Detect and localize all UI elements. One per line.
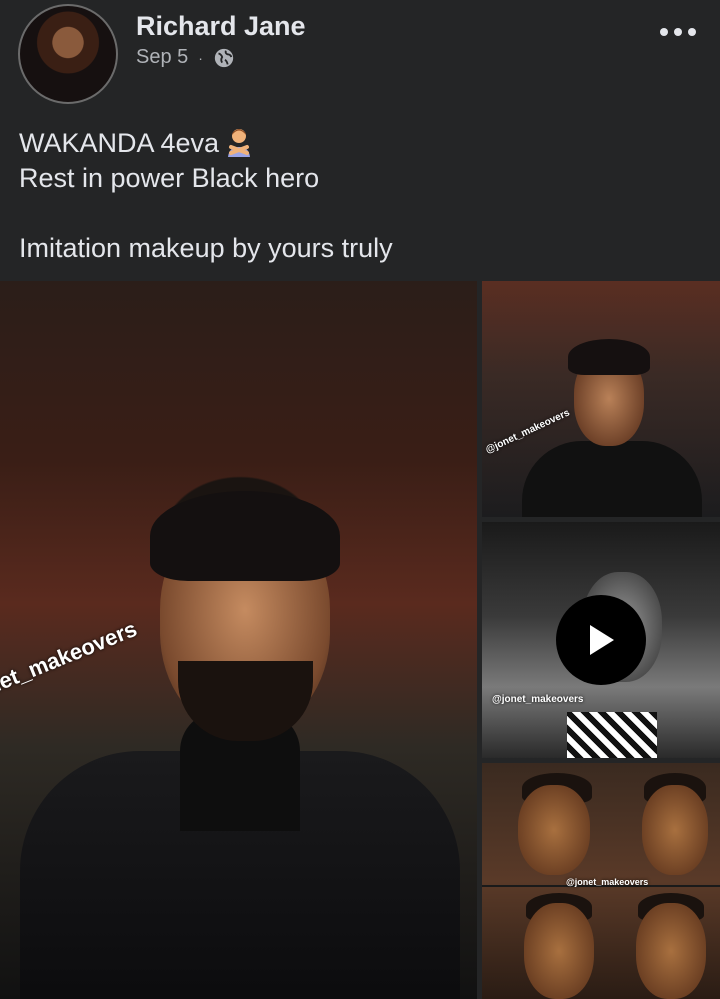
author-avatar[interactable] bbox=[18, 4, 118, 104]
globe-icon[interactable] bbox=[213, 47, 235, 69]
post-meta: Sep 5 · bbox=[136, 46, 235, 69]
thumb3-face-d bbox=[636, 903, 706, 999]
dot-2 bbox=[674, 28, 682, 36]
thumbnail-video[interactable]: @jonet_makeovers bbox=[482, 522, 720, 758]
more-options-icon[interactable] bbox=[660, 20, 696, 44]
thumbnail-photo-3[interactable]: @jonet_makeovers bbox=[482, 763, 720, 999]
meta-separator: · bbox=[198, 49, 203, 66]
photo-gallery: onet_makeovers @jonet_makeovers @jonet_m… bbox=[0, 281, 720, 999]
play-button[interactable] bbox=[556, 595, 646, 685]
thumb1-body bbox=[522, 441, 702, 517]
thumb3-face-b bbox=[642, 785, 708, 875]
person-crossing-arms-emoji bbox=[228, 129, 251, 157]
post-line-1: WAKANDA 4eva bbox=[19, 126, 699, 161]
author-name[interactable]: Richard Jane bbox=[136, 11, 306, 42]
watermark-main: onet_makeovers bbox=[0, 615, 141, 705]
post-line-2: Rest in power Black hero bbox=[19, 163, 320, 193]
post-text: WAKANDA 4eva Rest in power Black hero Im… bbox=[19, 126, 699, 266]
thumb2-patterned-top bbox=[567, 712, 657, 758]
watermark-thumb-2: @jonet_makeovers bbox=[492, 694, 584, 705]
watermark-thumb-3: @jonet_makeovers bbox=[566, 877, 649, 887]
dot-1 bbox=[660, 28, 668, 36]
play-icon bbox=[590, 625, 614, 655]
thumb3-face-c bbox=[524, 903, 594, 999]
dot-3 bbox=[688, 28, 696, 36]
main-photo[interactable]: onet_makeovers bbox=[0, 281, 477, 999]
post-line-4: Imitation makeup by yours truly bbox=[19, 233, 393, 263]
post-header: Richard Jane Sep 5 · bbox=[0, 0, 720, 110]
post-line-3 bbox=[19, 196, 699, 231]
photo-hair bbox=[150, 491, 340, 581]
thumbnail-photo-1[interactable]: @jonet_makeovers bbox=[482, 281, 720, 517]
post-date[interactable]: Sep 5 bbox=[136, 46, 188, 69]
thumb1-hair bbox=[568, 339, 650, 375]
thumb3-face-a bbox=[518, 785, 590, 875]
